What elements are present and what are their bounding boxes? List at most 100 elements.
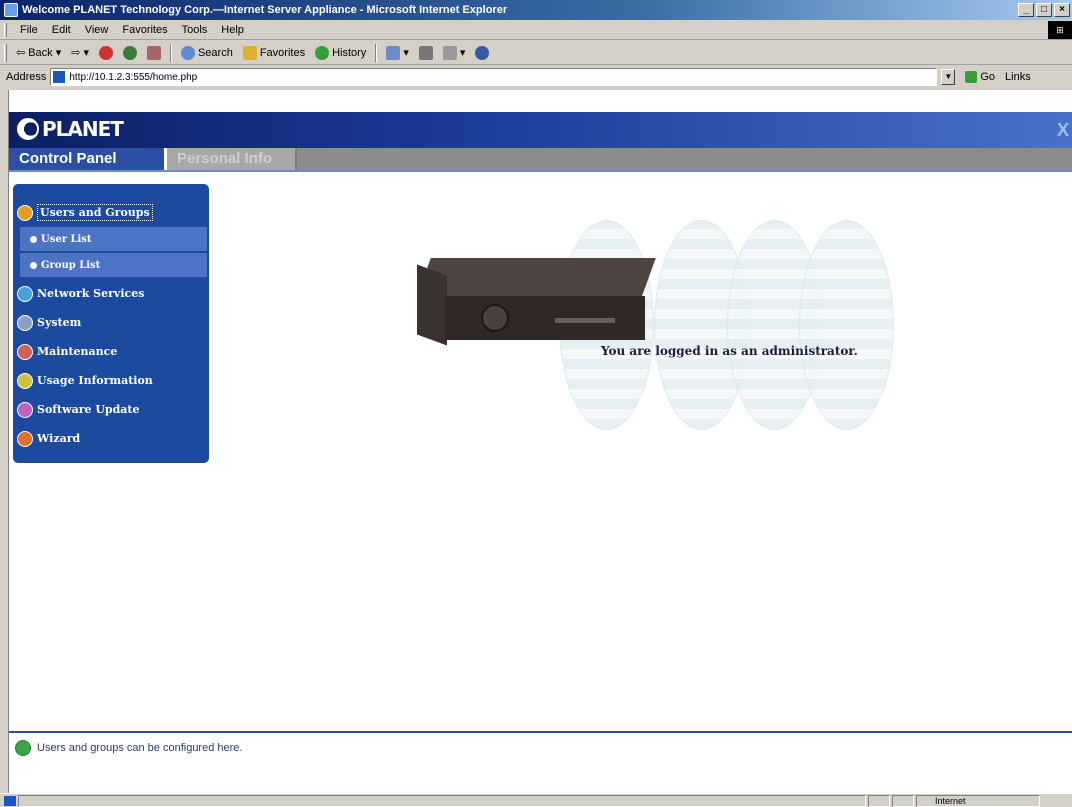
maximize-button[interactable]: □ [1036,3,1052,17]
status-text-cell [18,794,866,807]
address-bar: Address ▼ Go Links [0,66,1072,88]
sidebar-item-label: Users and Groups [37,204,153,221]
sidebar-item-usage-information[interactable]: Usage Information [13,366,209,395]
sidebar-item-label: Usage Information [37,374,153,387]
go-button[interactable]: Go [965,71,995,83]
usage-information-icon [17,372,33,389]
help-hint: Users and groups can be configured here. [15,740,242,756]
footer-divider [9,731,1072,733]
address-dropdown-button[interactable]: ▼ [941,69,956,85]
page-icon [53,71,66,83]
messenger-icon [475,45,490,60]
sidebar-subitem-label: Group List [41,259,101,271]
sidebar-item-software-update[interactable]: Software Update [13,395,209,424]
address-label: Address [6,71,47,83]
bullet-icon [30,235,37,243]
menu-help[interactable]: Help [214,24,251,36]
refresh-icon [122,45,137,60]
favorites-icon [242,45,257,60]
sidebar-item-label: System [37,316,82,329]
toolbar-separator [375,43,378,62]
close-window-button[interactable]: × [1054,3,1070,17]
tab-control-panel[interactable]: Control Panel [9,148,167,170]
search-icon [180,45,195,60]
menu-file[interactable]: File [13,24,45,36]
stop-button[interactable] [94,45,118,60]
sidebar-nav: Users and Groups User List Group List Ne… [13,184,209,463]
back-arrow-icon: ⇦ [16,47,26,59]
sidebar-item-maintenance[interactable]: Maintenance [13,337,209,366]
sidebar-item-network-services[interactable]: Network Services [13,279,209,308]
users-groups-icon [17,204,33,221]
close-icon[interactable]: X [1057,120,1069,141]
forward-button[interactable]: ⇨ ▾ [66,46,94,59]
appliance-top [417,258,656,296]
minimize-button[interactable]: _ [1018,3,1034,17]
help-hint-text: Users and groups can be configured here. [37,742,243,754]
go-arrow-icon [965,71,978,83]
planet-logo-mark-icon [17,118,39,140]
server-appliance-image [417,258,656,346]
appliance-side [417,264,447,346]
menu-edit[interactable]: Edit [45,24,78,36]
toolbar-separator [169,43,172,62]
search-button[interactable]: Search [176,45,238,60]
messenger-button[interactable] [470,45,494,60]
address-field[interactable] [50,68,938,86]
home-button[interactable] [142,45,166,60]
tab-bar: Control Panel Personal Info [9,148,1072,170]
title-bar: Welcome PLANET Technology Corp.—Internet… [0,0,1072,20]
home-icon [146,45,161,60]
bullet-icon [30,261,37,269]
favorites-label: Favorites [259,46,306,59]
edit-icon [442,45,457,60]
edit-button[interactable]: ▾ [438,45,471,60]
maintenance-icon [17,343,33,360]
planet-logo: PLANET [17,117,124,141]
menu-tools[interactable]: Tools [175,24,215,36]
back-dropdown-icon: ▾ [55,47,62,59]
tab-personal-info[interactable]: Personal Info [167,148,297,170]
network-services-icon [17,285,33,302]
globe-segment-icon [799,220,894,430]
menu-favorites[interactable]: Favorites [115,24,174,36]
history-icon [315,45,330,60]
sidebar-item-label: Wizard [37,432,81,445]
links-button[interactable]: Links [1005,71,1031,83]
appliance-slot [555,318,615,323]
favorites-button[interactable]: Favorites [238,45,310,60]
app-header: PLANET X [9,112,1072,148]
refresh-button[interactable] [118,45,142,60]
tab-divider [9,170,1072,172]
address-input[interactable] [69,71,937,83]
sidebar-item-system[interactable]: System [13,308,209,337]
appliance-front [445,296,645,340]
internet-explorer-icon [4,3,18,17]
status-lock-cell [892,794,914,807]
back-button[interactable]: ⇦ Back ▾ [11,46,66,60]
back-label: Back [28,46,53,59]
sidebar-subitem-user-list[interactable]: User List [20,227,207,253]
menu-view[interactable]: View [78,24,116,36]
forward-dropdown-icon: ▾ [83,47,89,59]
search-label: Search [197,46,233,59]
sidebar-item-wizard[interactable]: Wizard [13,424,209,453]
appliance-knob [481,304,509,332]
status-progress-cell [868,794,890,807]
toolbar-grip [4,43,7,62]
stop-icon [98,45,113,60]
history-button[interactable]: History [310,45,371,60]
print-icon [418,45,433,60]
menubar-grip [4,22,7,37]
security-zone-label: Internet [935,795,966,806]
print-button[interactable] [414,45,438,60]
sidebar-item-label: Software Update [37,403,140,416]
browser-window: Welcome PLANET Technology Corp.—Internet… [0,0,1072,807]
mail-button[interactable]: ▾ [381,45,414,60]
sidebar-item-users-and-groups[interactable]: Users and Groups [13,198,209,227]
go-label: Go [980,71,996,83]
planet-wordmark: PLANET [42,117,124,141]
sidebar-subitem-group-list[interactable]: Group List [20,253,207,279]
status-bar: Internet [0,793,1072,807]
history-label: History [332,46,367,59]
